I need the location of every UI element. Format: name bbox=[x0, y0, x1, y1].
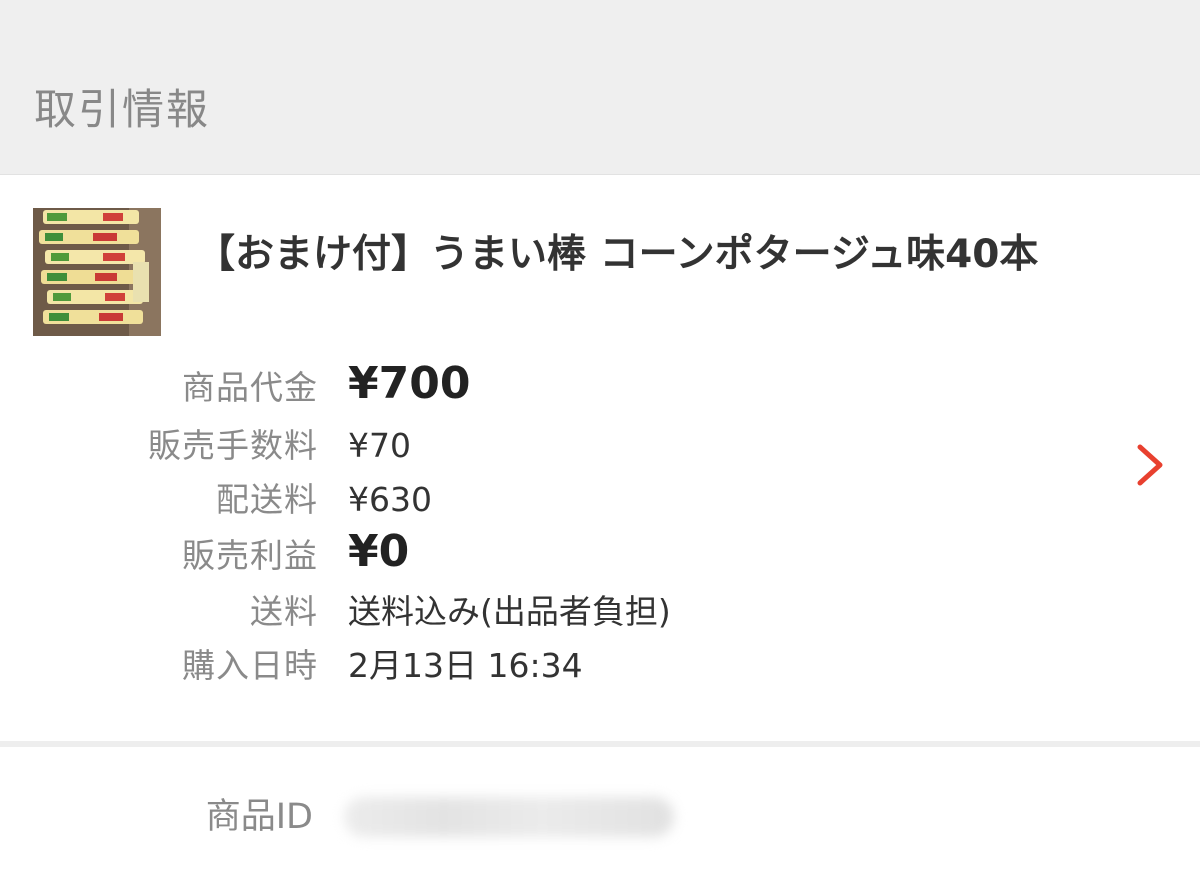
section-title: 取引情報 bbox=[34, 85, 211, 134]
price-row: 商品代金 ¥700 bbox=[0, 358, 1100, 416]
shipping-cost-label: 配送料 bbox=[216, 480, 318, 519]
transaction-item-card[interactable]: 【おまけ付】うまい棒 コーンポタージュ味40本 商品代金 ¥700 販売手数料 … bbox=[0, 175, 1200, 741]
shipping-row: 送料 送料込み(出品者負担) bbox=[0, 584, 1100, 640]
product-thumbnail-image bbox=[33, 208, 161, 336]
shipping-cost-value: ¥630 bbox=[348, 480, 432, 519]
profit-label: 販売利益 bbox=[182, 536, 318, 575]
shipping-label: 送料 bbox=[250, 592, 318, 631]
product-id-label: 商品ID bbox=[205, 797, 313, 837]
purchase-date-label: 購入日時 bbox=[182, 646, 318, 685]
product-thumbnail bbox=[33, 208, 161, 336]
transaction-info-screen: 取引情報 【おまけ付】うまい棒 コーンポタージュ味40本 商品代金 ¥700 販… bbox=[0, 0, 1200, 877]
product-id-value-redacted bbox=[344, 797, 674, 837]
shipping-value: 送料込み(出品者負担) bbox=[348, 592, 671, 631]
item-title: 【おまけ付】うまい棒 コーンポタージュ味40本 bbox=[196, 232, 1039, 277]
product-id-section: 商品ID bbox=[0, 747, 1200, 877]
section-header: 取引情報 bbox=[0, 0, 1200, 175]
chevron-right-icon[interactable] bbox=[1128, 437, 1172, 493]
profit-row: 販売利益 ¥0 bbox=[0, 526, 1100, 584]
profit-value: ¥0 bbox=[348, 526, 410, 577]
fee-row: 販売手数料 ¥70 bbox=[0, 418, 1100, 474]
purchase-date-value: 2月13日 16:34 bbox=[348, 646, 583, 685]
price-label: 商品代金 bbox=[182, 368, 318, 407]
shipping-cost-row: 配送料 ¥630 bbox=[0, 472, 1100, 528]
purchase-date-row: 購入日時 2月13日 16:34 bbox=[0, 638, 1100, 694]
fee-label: 販売手数料 bbox=[148, 426, 318, 465]
price-value: ¥700 bbox=[348, 358, 471, 409]
fee-value: ¥70 bbox=[348, 426, 411, 465]
